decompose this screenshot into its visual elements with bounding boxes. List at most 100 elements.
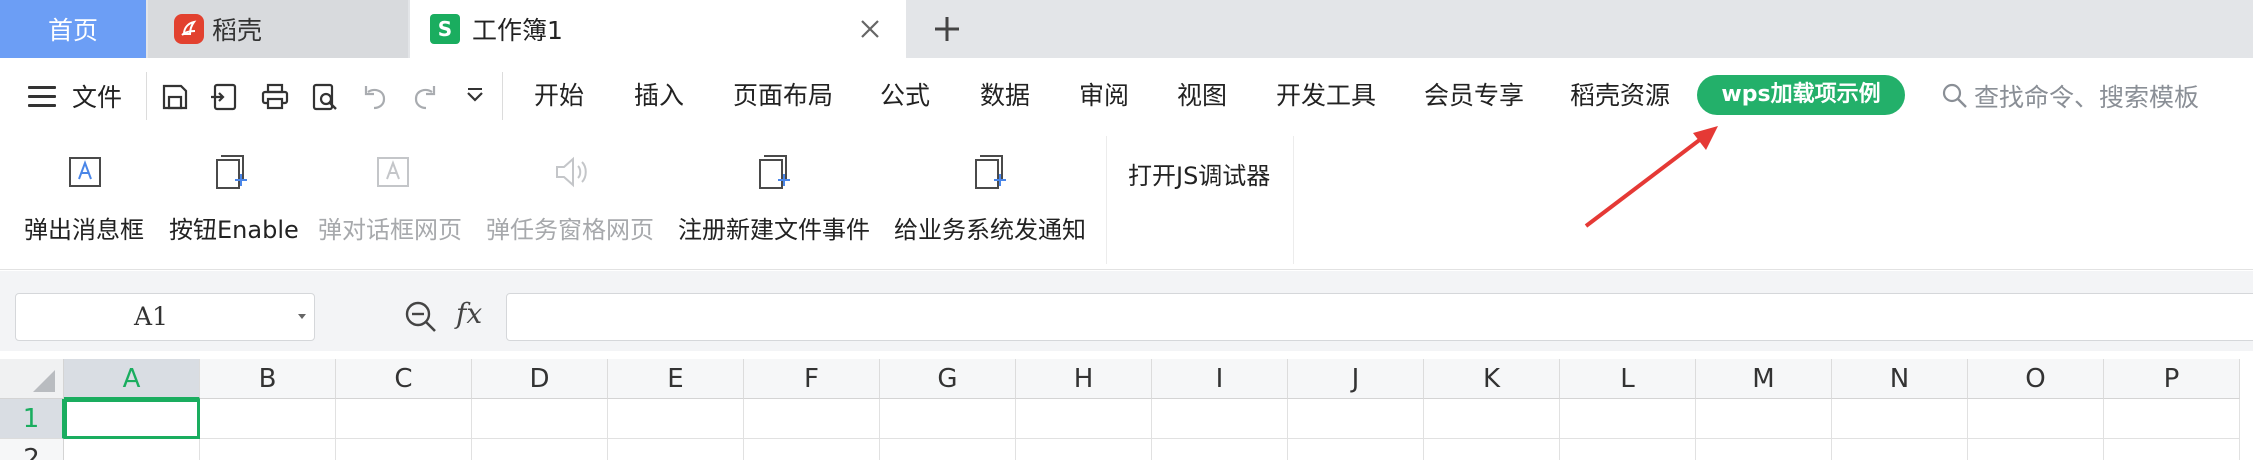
grid-cell[interactable] xyxy=(880,399,1016,439)
grid-cell[interactable] xyxy=(608,439,744,460)
column-header-o[interactable]: O xyxy=(1968,359,2104,399)
grid-cell[interactable] xyxy=(1016,399,1152,439)
print-icon[interactable] xyxy=(256,78,294,116)
redo-icon[interactable] xyxy=(406,78,444,116)
menu-tab-daoke-resources[interactable]: 稻壳资源 xyxy=(1570,78,1670,114)
grid-cell[interactable] xyxy=(200,439,336,460)
ribbon-button-show-message[interactable]: 弹出消息框 xyxy=(24,144,148,254)
grid-cell[interactable] xyxy=(2104,399,2240,439)
column-header-k[interactable]: K xyxy=(1424,359,1560,399)
column-header-l[interactable]: L xyxy=(1560,359,1696,399)
column-header-n[interactable]: N xyxy=(1832,359,1968,399)
function-fx-icon[interactable]: fx xyxy=(456,297,482,330)
name-box[interactable]: A1 xyxy=(15,293,315,341)
tab-daoke[interactable]: 稻壳 xyxy=(148,0,408,58)
grid-cell[interactable] xyxy=(1832,439,1968,460)
zoom-out-icon[interactable] xyxy=(402,298,440,336)
menu-bar: 文件 开始 插入 页面布局 公式 数据 审阅 视图 开发工具 会员专享 稻壳资源… xyxy=(0,58,2253,134)
grid-cell[interactable] xyxy=(1424,439,1560,460)
menu-tab-view[interactable]: 视图 xyxy=(1177,78,1227,114)
ribbon-button-taskpane-webpage[interactable]: 弹任务窗格网页 xyxy=(486,144,660,254)
grid-cell[interactable] xyxy=(1560,439,1696,460)
name-box-value: A1 xyxy=(134,302,168,331)
active-cell[interactable] xyxy=(64,399,200,439)
new-tab-plus-icon[interactable] xyxy=(928,10,966,48)
document-add-icon xyxy=(759,155,790,189)
grid-cell[interactable] xyxy=(1832,399,1968,439)
ribbon-addin-panel: 弹出消息框 按钮Enable 弹对话框网页 弹任务窗格网页 注册新建文件事件 给… xyxy=(0,134,2253,270)
grid-cell[interactable] xyxy=(744,439,880,460)
print-preview-icon[interactable] xyxy=(306,78,344,116)
grid-cell[interactable] xyxy=(472,399,608,439)
grid-cell[interactable] xyxy=(200,399,336,439)
grid-cell[interactable] xyxy=(472,439,608,460)
ribbon-label: 注册新建文件事件 xyxy=(678,216,870,244)
tab-workbook-label: 工作簿1 xyxy=(472,16,563,45)
grid-cell[interactable] xyxy=(1288,399,1424,439)
grid-cell[interactable] xyxy=(1424,399,1560,439)
tab-home[interactable]: 首页 xyxy=(0,0,146,58)
menu-tab-start[interactable]: 开始 xyxy=(534,78,584,114)
menu-tab-wps-addin-sample[interactable]: wps加载项示例 xyxy=(1697,75,1905,115)
command-search[interactable]: 查找命令、搜索模板 xyxy=(1940,78,2199,114)
ribbon-group-divider xyxy=(1293,136,1294,264)
column-header-h[interactable]: H xyxy=(1016,359,1152,399)
open-js-debugger-button[interactable]: 打开JS调试器 xyxy=(1128,156,1270,191)
column-header-e[interactable]: E xyxy=(608,359,744,399)
column-header-a[interactable]: A xyxy=(64,359,200,399)
tab-workbook[interactable]: S 工作簿1 xyxy=(410,0,906,58)
column-header-f[interactable]: F xyxy=(744,359,880,399)
grid-cell[interactable] xyxy=(2104,439,2240,460)
menu-tab-formulas[interactable]: 公式 xyxy=(880,78,930,114)
grid-cell[interactable] xyxy=(336,399,472,439)
tab-home-label: 首页 xyxy=(47,16,98,45)
chevron-down-icon[interactable] xyxy=(456,78,494,116)
column-header-d[interactable]: D xyxy=(472,359,608,399)
column-header-i[interactable]: I xyxy=(1152,359,1288,399)
formula-input[interactable] xyxy=(506,293,2253,341)
ribbon-button-register-new-file-event[interactable]: 注册新建文件事件 xyxy=(678,144,874,254)
export-pdf-icon[interactable] xyxy=(206,78,244,116)
grid-cell[interactable] xyxy=(1968,439,2104,460)
menu-tab-member[interactable]: 会员专享 xyxy=(1424,78,1524,114)
chevron-down-icon[interactable] xyxy=(298,314,306,319)
grid-cell[interactable] xyxy=(1152,399,1288,439)
grid-cell[interactable] xyxy=(336,439,472,460)
close-tab-icon[interactable] xyxy=(856,15,884,43)
grid-cell[interactable] xyxy=(880,439,1016,460)
undo-icon[interactable] xyxy=(356,78,394,116)
menu-tab-insert[interactable]: 插入 xyxy=(634,78,684,114)
column-header-j[interactable]: J xyxy=(1288,359,1424,399)
select-all-corner[interactable] xyxy=(0,359,64,399)
row-header-2[interactable]: 2 xyxy=(0,439,64,460)
grid-cell[interactable] xyxy=(64,439,200,460)
row-header-1[interactable]: 1 xyxy=(0,399,64,439)
grid-cell[interactable] xyxy=(1016,439,1152,460)
file-menu-button[interactable]: 文件 xyxy=(28,78,122,114)
hamburger-icon xyxy=(28,84,58,108)
grid-cell[interactable] xyxy=(744,399,880,439)
menu-tab-developer[interactable]: 开发工具 xyxy=(1276,78,1376,114)
grid-cell[interactable] xyxy=(1288,439,1424,460)
grid-cell[interactable] xyxy=(1696,439,1832,460)
column-header-p[interactable]: P xyxy=(2104,359,2240,399)
ribbon-button-notify-business-system[interactable]: 给业务系统发通知 xyxy=(894,144,1090,254)
menu-tab-review[interactable]: 审阅 xyxy=(1079,78,1129,114)
save-icon[interactable] xyxy=(156,78,194,116)
textbox-icon xyxy=(69,157,101,187)
ribbon-label: 按钮Enable xyxy=(169,216,299,244)
column-header-g[interactable]: G xyxy=(880,359,1016,399)
menu-tab-page-layout[interactable]: 页面布局 xyxy=(733,78,833,114)
ribbon-button-dialog-webpage[interactable]: 弹对话框网页 xyxy=(318,144,468,254)
column-header-m[interactable]: M xyxy=(1696,359,1832,399)
grid-cell[interactable] xyxy=(608,399,744,439)
grid-cell[interactable] xyxy=(1696,399,1832,439)
column-header-c[interactable]: C xyxy=(336,359,472,399)
grid-cell[interactable] xyxy=(1968,399,2104,439)
menu-tab-data[interactable]: 数据 xyxy=(980,78,1030,114)
ribbon-button-enable[interactable]: 按钮Enable xyxy=(169,144,299,254)
spreadsheet-grid: ABCDEFGHIJKLMNOP 12 xyxy=(0,351,2253,460)
grid-cell[interactable] xyxy=(1152,439,1288,460)
column-header-b[interactable]: B xyxy=(200,359,336,399)
grid-cell[interactable] xyxy=(1560,399,1696,439)
